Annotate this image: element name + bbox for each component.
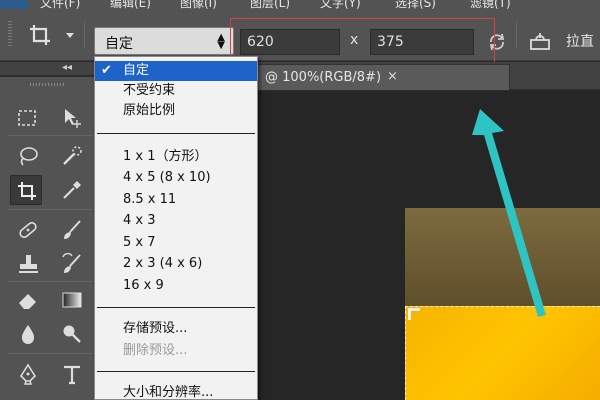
- menu-item-ratio[interactable]: 8.5 x 11: [95, 190, 257, 210]
- type-icon[interactable]: [56, 359, 88, 389]
- collapse-panel-icon[interactable]: ◂◂: [62, 62, 72, 73]
- menu-edit[interactable]: 编辑(E): [110, 0, 151, 9]
- menu-item-label: 8.5 x 11: [123, 192, 177, 207]
- menu-layer[interactable]: 图层(L): [250, 0, 290, 9]
- menu-item-label: 2 x 3 (4 x 6): [123, 256, 203, 271]
- crop-tool-button[interactable]: [10, 175, 42, 205]
- menu-item-label: 4 x 5 (8 x 10): [123, 170, 211, 185]
- tool-preset-caret-icon[interactable]: [66, 33, 74, 38]
- photoshop-logo: [0, 0, 28, 9]
- tools-panel: [0, 77, 100, 400]
- lasso-icon[interactable]: [12, 141, 44, 171]
- menu-item-label: 4 x 3: [123, 213, 156, 228]
- divider: [516, 21, 517, 49]
- crop-icon[interactable]: [28, 23, 52, 47]
- healing-brush-icon[interactable]: [12, 215, 44, 245]
- menu-item-unconstrained[interactable]: 不受约束: [95, 81, 257, 101]
- menu-item-label: 1 x 1（方形）: [123, 149, 208, 164]
- menu-select[interactable]: 选择(S): [395, 0, 436, 9]
- annotation-arrow: [472, 109, 546, 317]
- crop-boundary[interactable]: [405, 306, 600, 400]
- menu-item-ratio[interactable]: 2 x 3 (4 x 6): [95, 254, 257, 274]
- menu-image[interactable]: 图像(I): [180, 0, 217, 9]
- quick-select-icon[interactable]: [56, 141, 88, 171]
- tools-panel-header: ◂◂: [0, 62, 100, 76]
- close-icon[interactable]: ×: [387, 69, 398, 84]
- blur-icon[interactable]: [12, 319, 44, 349]
- history-brush-icon[interactable]: [56, 249, 88, 279]
- menu-item-label: 原始比例: [123, 103, 176, 118]
- straighten-label[interactable]: 拉直: [566, 31, 594, 51]
- options-bar-grip[interactable]: [8, 21, 12, 47]
- checkmark-icon: ✔: [101, 63, 112, 78]
- menu-item-label: 自定: [123, 63, 150, 78]
- dodge-icon[interactable]: [56, 319, 88, 349]
- menu-item-label: 5 x 7: [123, 235, 156, 250]
- ratio-select[interactable]: 自定 ▲ ▼: [94, 27, 234, 55]
- eyedropper-icon[interactable]: [56, 175, 88, 205]
- updown-arrows-icon: ▲ ▼: [217, 32, 225, 51]
- menu-type[interactable]: 文字(Y): [320, 0, 361, 9]
- menu-item-original-ratio[interactable]: 原始比例: [95, 101, 257, 121]
- menu-filter[interactable]: 滤镜(T): [470, 0, 511, 9]
- menu-item-label: 删除预设...: [123, 343, 188, 358]
- menu-item-size-resolution[interactable]: 大小和分辨率...: [95, 383, 257, 400]
- menu-separator: [97, 371, 255, 372]
- crop-corner-handle[interactable]: [408, 308, 420, 320]
- menu-item-ratio[interactable]: 5 x 7: [95, 233, 257, 253]
- document-tab[interactable]: @ 100%(RGB/8#) ×: [250, 64, 510, 90]
- level-icon[interactable]: [528, 31, 552, 53]
- divider: [8, 209, 92, 210]
- divider: [8, 135, 92, 136]
- panel-grip[interactable]: [30, 83, 64, 86]
- menu-item-ratio[interactable]: 16 x 9: [95, 276, 257, 296]
- divider: [84, 21, 85, 49]
- menu-item-delete-preset: 删除预设...: [95, 341, 257, 361]
- menu-item-label: 存储预设...: [123, 321, 188, 336]
- menu-item-ratio[interactable]: 4 x 3: [95, 211, 257, 231]
- brush-icon[interactable]: [56, 215, 88, 245]
- menu-item-ratio[interactable]: 1 x 1（方形）: [95, 147, 257, 167]
- menu-item-label: 16 x 9: [123, 278, 164, 293]
- menu-file[interactable]: 文件(F): [40, 0, 80, 9]
- ratio-dropdown-menu: ✔ 自定 不受约束 原始比例 1 x 1（方形） 4 x 5 (8 x 10) …: [94, 56, 258, 400]
- menu-item-label: 大小和分辨率...: [123, 385, 214, 400]
- menu-separator: [97, 133, 255, 134]
- divider: [8, 281, 92, 282]
- menu-item-custom[interactable]: ✔ 自定: [95, 61, 257, 81]
- menu-item-label: 不受约束: [123, 83, 176, 98]
- document-tab-title: @ 100%(RGB/8#): [265, 70, 382, 85]
- eraser-icon[interactable]: [12, 285, 44, 315]
- divider: [8, 353, 92, 354]
- menu-item-save-preset[interactable]: 存储预设...: [95, 319, 257, 339]
- menu-item-ratio[interactable]: 4 x 5 (8 x 10): [95, 168, 257, 188]
- pen-icon[interactable]: [12, 359, 44, 389]
- gradient-icon[interactable]: [56, 285, 88, 315]
- clone-stamp-icon[interactable]: [12, 249, 44, 279]
- menubar: 文件(F) 编辑(E) 图像(I) 图层(L) 文字(Y) 选择(S) 滤镜(T…: [0, 0, 600, 9]
- ratio-value: 自定: [105, 36, 133, 52]
- menu-separator: [97, 307, 255, 308]
- move-icon[interactable]: [56, 103, 88, 133]
- rect-marquee-icon[interactable]: [12, 103, 44, 133]
